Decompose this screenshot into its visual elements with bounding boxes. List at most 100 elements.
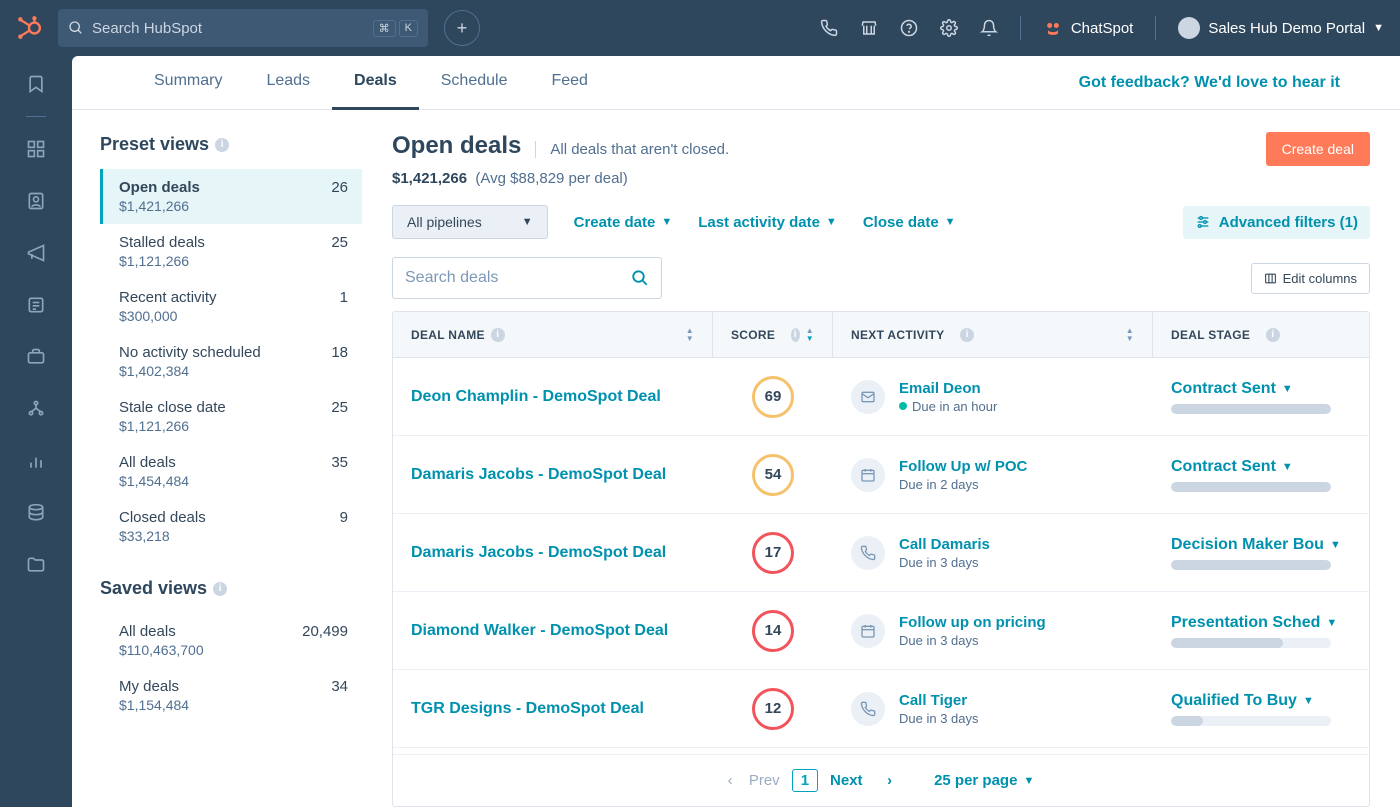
- activity-meta: Due in 3 days: [899, 633, 1046, 648]
- pipeline-select[interactable]: All pipelines▼: [392, 205, 548, 239]
- settings-icon[interactable]: [940, 19, 958, 37]
- chevron-right-icon: ›: [887, 772, 892, 789]
- feedback-link[interactable]: Got feedback? We'd love to hear it: [1079, 74, 1340, 92]
- chevron-down-icon: ▼: [1373, 22, 1384, 34]
- view-item[interactable]: All deals20,499$110,463,700: [100, 613, 362, 668]
- activity-link[interactable]: Email Deon: [899, 380, 997, 397]
- avatar-icon: [1178, 17, 1200, 39]
- automation-icon[interactable]: [26, 399, 46, 419]
- help-icon[interactable]: [900, 19, 918, 37]
- info-icon[interactable]: i: [213, 582, 227, 596]
- info-icon: i: [1266, 328, 1280, 342]
- view-item[interactable]: Stale close date25$1,121,266: [100, 389, 362, 444]
- tab-schedule[interactable]: Schedule: [419, 56, 530, 110]
- advanced-filters-button[interactable]: Advanced filters (1): [1183, 206, 1370, 239]
- search-deals[interactable]: [392, 257, 662, 299]
- global-search-input[interactable]: [84, 20, 373, 37]
- view-item[interactable]: Open deals26$1,421,266: [100, 169, 362, 224]
- deal-link[interactable]: Deon Champlin - DemoSpot Deal: [411, 388, 661, 405]
- marketplace-icon[interactable]: [860, 19, 878, 37]
- stage-progress: [1171, 638, 1331, 648]
- reports-icon[interactable]: [26, 451, 46, 471]
- chevron-down-icon: ▼: [1282, 383, 1293, 395]
- phone-icon: [851, 692, 885, 726]
- library-icon[interactable]: [26, 555, 46, 575]
- score-ring: 54: [752, 454, 794, 496]
- activity-meta: Due in 3 days: [899, 555, 990, 570]
- activity-meta: Due in 2 days: [899, 477, 1027, 492]
- per-page-select[interactable]: 25 per page ▼: [934, 772, 1034, 789]
- score-ring: 69: [752, 376, 794, 418]
- create-deal-button[interactable]: Create deal: [1266, 132, 1370, 166]
- view-item[interactable]: No activity scheduled18$1,402,384: [100, 334, 362, 389]
- hubspot-logo-icon[interactable]: [16, 15, 42, 41]
- page-number[interactable]: 1: [792, 769, 818, 792]
- column-score[interactable]: SCORE i▲▼: [713, 312, 833, 357]
- view-item[interactable]: My deals34$1,154,484: [100, 668, 362, 723]
- activity-link[interactable]: Follow up on pricing: [899, 614, 1046, 631]
- table-row: Damaris Jacobs - DemoSpot Deal 54 Follow…: [393, 436, 1369, 514]
- stage-progress: [1171, 716, 1331, 726]
- create-date-filter[interactable]: Create date ▼: [574, 214, 673, 231]
- next-page[interactable]: Next ›: [830, 772, 892, 789]
- saved-views-heading: Saved viewsi: [100, 578, 362, 599]
- totals: $1,421,266 (Avg $88,829 per deal): [392, 170, 1370, 187]
- column-deal-name[interactable]: DEAL NAMEi▲▼: [393, 312, 713, 357]
- tab-summary[interactable]: Summary: [132, 56, 244, 110]
- info-icon: i: [960, 328, 974, 342]
- stage-select[interactable]: Presentation Sched ▼: [1171, 614, 1351, 632]
- activity-link[interactable]: Call Tiger: [899, 692, 979, 709]
- phone-icon: [851, 536, 885, 570]
- table-row: TGR Designs - DemoSpot Deal 12 Call Tige…: [393, 670, 1369, 748]
- view-item[interactable]: Stalled deals25$1,121,266: [100, 224, 362, 279]
- table-row: Diamond Walker - DemoSpot Deal 14 Follow…: [393, 592, 1369, 670]
- view-item[interactable]: Closed deals9$33,218: [100, 499, 362, 554]
- close-date-filter[interactable]: Close date ▼: [863, 214, 956, 231]
- page-subtitle: All deals that aren't closed.: [535, 141, 729, 158]
- chatspot-link[interactable]: ChatSpot: [1043, 18, 1134, 38]
- contacts-icon[interactable]: [26, 191, 46, 211]
- marketing-icon[interactable]: [26, 243, 46, 263]
- tab-leads[interactable]: Leads: [244, 56, 332, 110]
- edit-columns-button[interactable]: Edit columns: [1251, 263, 1370, 294]
- dashboard-icon[interactable]: [26, 139, 46, 159]
- info-icon: i: [791, 328, 800, 342]
- stage-progress: [1171, 404, 1331, 414]
- column-next-activity[interactable]: NEXT ACTIVITY i▲▼: [833, 312, 1153, 357]
- prev-page[interactable]: ‹ Prev: [728, 772, 780, 789]
- content-icon[interactable]: [26, 295, 46, 315]
- stage-select[interactable]: Decision Maker Bou ▼: [1171, 536, 1351, 554]
- column-deal-stage[interactable]: DEAL STAGE i: [1153, 328, 1369, 342]
- tab-feed[interactable]: Feed: [529, 56, 609, 110]
- activity-link[interactable]: Follow Up w/ POC: [899, 458, 1027, 475]
- cal-icon: [851, 458, 885, 492]
- info-icon[interactable]: i: [215, 138, 229, 152]
- last-activity-filter[interactable]: Last activity date ▼: [698, 214, 837, 231]
- activity-link[interactable]: Call Damaris: [899, 536, 990, 553]
- deal-link[interactable]: Damaris Jacobs - DemoSpot Deal: [411, 466, 666, 483]
- stage-select[interactable]: Qualified To Buy ▼: [1171, 692, 1351, 710]
- commerce-icon[interactable]: [26, 347, 46, 367]
- view-item[interactable]: All deals35$1,454,484: [100, 444, 362, 499]
- stage-select[interactable]: Contract Sent ▼: [1171, 380, 1351, 398]
- info-icon: i: [491, 328, 505, 342]
- deal-link[interactable]: Diamond Walker - DemoSpot Deal: [411, 622, 668, 639]
- tabs-bar: SummaryLeadsDealsScheduleFeed Got feedba…: [72, 56, 1400, 110]
- data-icon[interactable]: [26, 503, 46, 523]
- tab-deals[interactable]: Deals: [332, 56, 419, 110]
- global-search[interactable]: ⌘K: [58, 9, 428, 47]
- deal-link[interactable]: TGR Designs - DemoSpot Deal: [411, 700, 644, 717]
- notifications-icon[interactable]: [980, 19, 998, 37]
- table-row: Deon Champlin - DemoSpot Deal 69 Email D…: [393, 358, 1369, 436]
- view-item[interactable]: Recent activity1$300,000: [100, 279, 362, 334]
- search-deals-input[interactable]: [405, 269, 631, 287]
- bookmark-icon[interactable]: [26, 74, 46, 94]
- phone-icon[interactable]: [820, 19, 838, 37]
- create-button[interactable]: +: [444, 10, 480, 46]
- portal-switcher[interactable]: Sales Hub Demo Portal ▼: [1178, 17, 1384, 39]
- deal-link[interactable]: Damaris Jacobs - DemoSpot Deal: [411, 544, 666, 561]
- search-icon: [631, 269, 649, 287]
- stage-select[interactable]: Contract Sent ▼: [1171, 458, 1351, 476]
- sliders-icon: [1195, 214, 1211, 230]
- table-header: DEAL NAMEi▲▼ SCORE i▲▼ NEXT ACTIVITY i▲▼…: [393, 312, 1369, 358]
